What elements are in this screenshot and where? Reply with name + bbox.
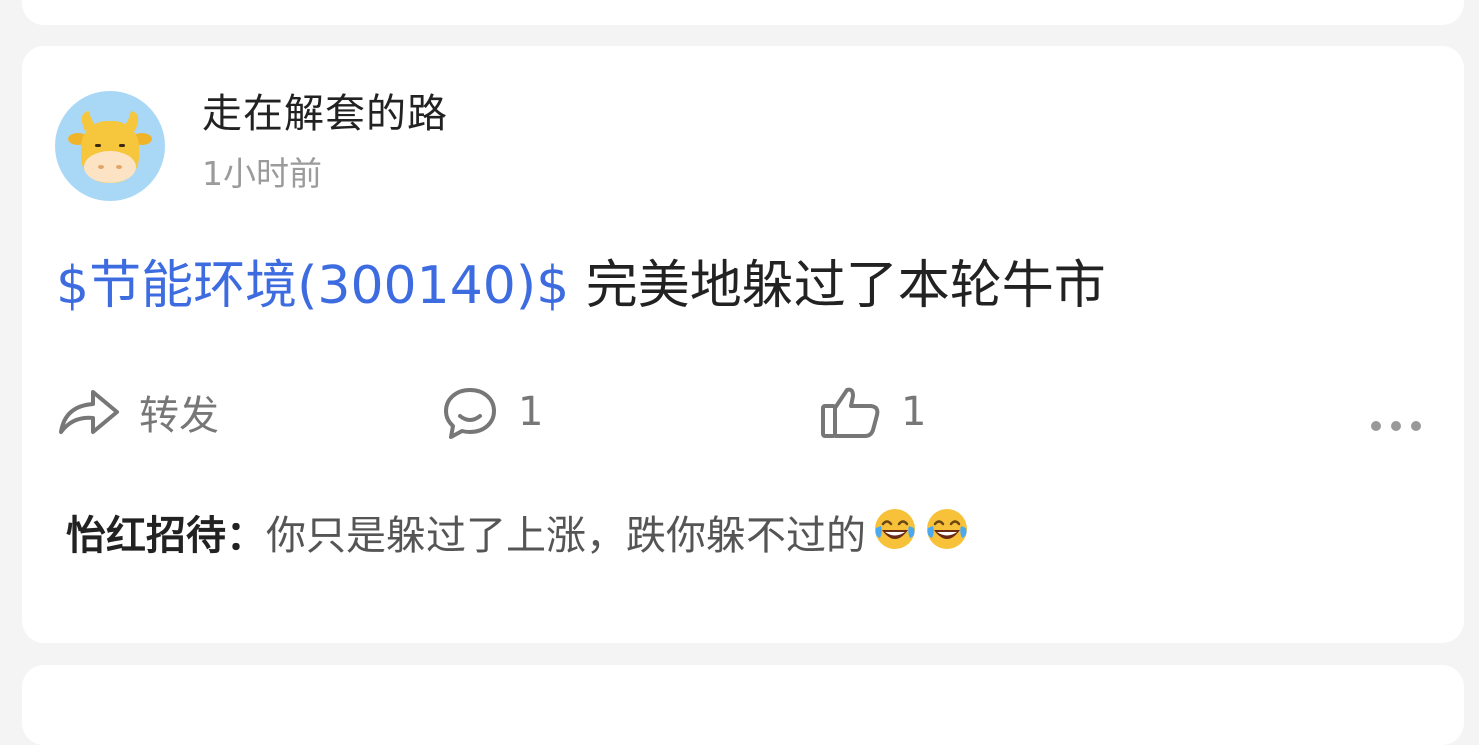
comment-preview[interactable]: 怡红招待： 你只是躲过了上涨，跌你躲不过的: [66, 506, 970, 565]
forward-button[interactable]: 转发: [57, 384, 219, 440]
comment-count: 1: [518, 389, 544, 435]
post-card[interactable]: 走在解套的路 1小时前 $节能环境(300140)$ 完美地躲过了本轮牛市 转发…: [22, 46, 1464, 643]
ellipsis-icon: [1371, 421, 1421, 431]
forward-label: 转发: [139, 393, 219, 439]
post-timestamp: 1小时前: [202, 154, 322, 193]
comment-button[interactable]: 1: [440, 384, 543, 440]
avatar[interactable]: [55, 91, 165, 201]
post-content: $节能环境(300140)$ 完美地躲过了本轮牛市: [56, 256, 1106, 316]
thumbs-up-icon: [821, 387, 880, 438]
next-post-card: [22, 665, 1464, 745]
stock-tag-link[interactable]: $节能环境(300140)$: [56, 256, 569, 316]
previous-post-card: [22, 0, 1464, 25]
like-count: 1: [901, 389, 927, 435]
cow-avatar-icon: [68, 111, 152, 183]
username[interactable]: 走在解套的路: [202, 92, 448, 136]
comment-text: 你只是躲过了上涨，跌你躲不过的: [266, 512, 866, 559]
post-text: 完美地躲过了本轮牛市: [569, 256, 1106, 316]
share-arrow-icon: [59, 390, 119, 434]
laughing-tears-emoji-icon: [872, 506, 918, 565]
comment-bubble-icon: [444, 388, 496, 439]
comment-author[interactable]: 怡红招待：: [66, 510, 266, 562]
like-button[interactable]: 1: [819, 384, 926, 440]
more-options-button[interactable]: [1366, 398, 1426, 454]
laughing-tears-emoji-icon: [924, 506, 970, 565]
